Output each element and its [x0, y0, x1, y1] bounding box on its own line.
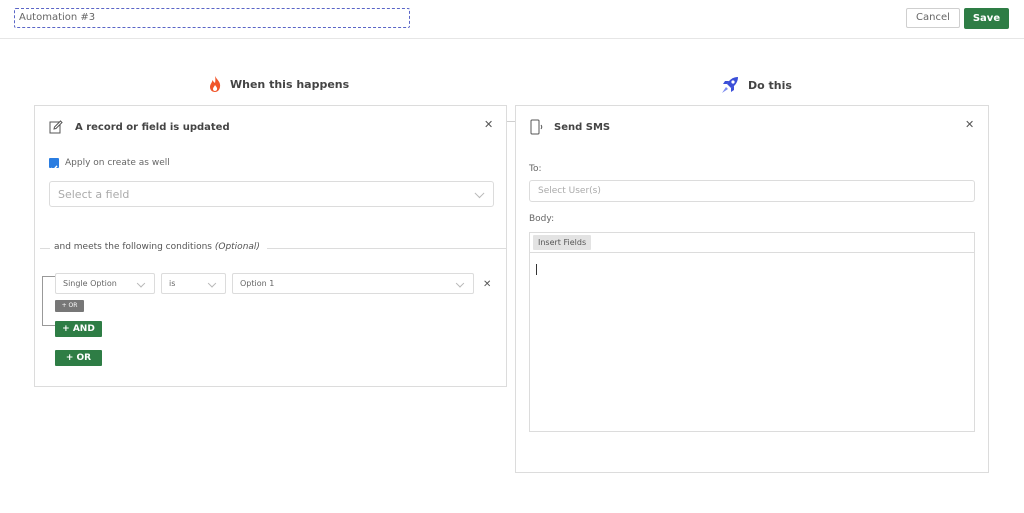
action-close-icon[interactable]: ✕	[965, 118, 974, 131]
trigger-card: A record or field is updated ✕ Apply on …	[34, 105, 507, 387]
text-cursor	[536, 264, 537, 275]
condition-field-value: Single Option	[63, 279, 117, 288]
action-card: Send SMS ✕ To: Select User(s) Body: Inse…	[515, 105, 989, 473]
apply-on-create-label: Apply on create as well	[65, 158, 170, 168]
body-textarea[interactable]	[529, 253, 975, 432]
body-label: Body:	[529, 214, 555, 224]
condition-operator-select[interactable]: is	[161, 273, 226, 294]
action-card-title: Send SMS	[554, 122, 611, 133]
chevron-down-icon	[455, 278, 465, 288]
field-select[interactable]: Select a field	[49, 181, 494, 207]
trigger-section-title: When this happens	[208, 75, 349, 93]
conditions-label: and meets the following conditions	[54, 242, 212, 252]
insert-fields-button[interactable]: Insert Fields	[533, 235, 592, 250]
condition-value-select[interactable]: Option 1	[232, 273, 474, 294]
body-toolbar: Insert Fields	[529, 232, 975, 253]
to-label: To:	[529, 164, 542, 174]
inner-or-button[interactable]: + OR	[55, 300, 84, 312]
phone-icon	[529, 119, 545, 135]
chevron-down-icon	[207, 278, 217, 288]
condition-field-select[interactable]: Single Option	[55, 273, 155, 294]
remove-condition-icon[interactable]: ✕	[483, 279, 491, 290]
conditions-optional: (Optional)	[214, 242, 260, 252]
action-section-label: Do this	[748, 78, 792, 92]
condition-bracket	[42, 276, 55, 326]
action-section-title: Do this	[720, 75, 792, 95]
save-button[interactable]: Save	[964, 8, 1009, 29]
add-and-button[interactable]: + AND	[55, 321, 102, 337]
conditions-heading: and meets the following conditions (Opti…	[54, 242, 260, 252]
edit-icon	[49, 119, 63, 134]
trigger-close-icon[interactable]: ✕	[484, 118, 493, 131]
condition-value-text: Option 1	[240, 279, 275, 288]
field-select-placeholder: Select a field	[58, 187, 130, 201]
rocket-icon	[720, 75, 740, 95]
recipients-placeholder: Select User(s)	[538, 186, 601, 196]
conditions-divider-left	[40, 248, 50, 249]
cancel-button[interactable]: Cancel	[906, 8, 960, 28]
trigger-section-label: When this happens	[230, 77, 350, 91]
trigger-card-title: A record or field is updated	[75, 122, 230, 133]
add-or-button[interactable]: + OR	[55, 350, 102, 366]
automation-name-input[interactable]: Automation #3	[14, 8, 410, 28]
apply-on-create-checkbox[interactable]	[49, 158, 59, 172]
conditions-divider-right	[267, 248, 507, 249]
recipients-input[interactable]: Select User(s)	[529, 180, 975, 202]
chevron-down-icon	[474, 188, 485, 199]
chevron-down-icon	[136, 278, 146, 288]
fire-icon	[208, 75, 222, 93]
condition-operator-value: is	[169, 279, 176, 288]
top-bar: Automation #3 Cancel Save	[0, 0, 1024, 39]
